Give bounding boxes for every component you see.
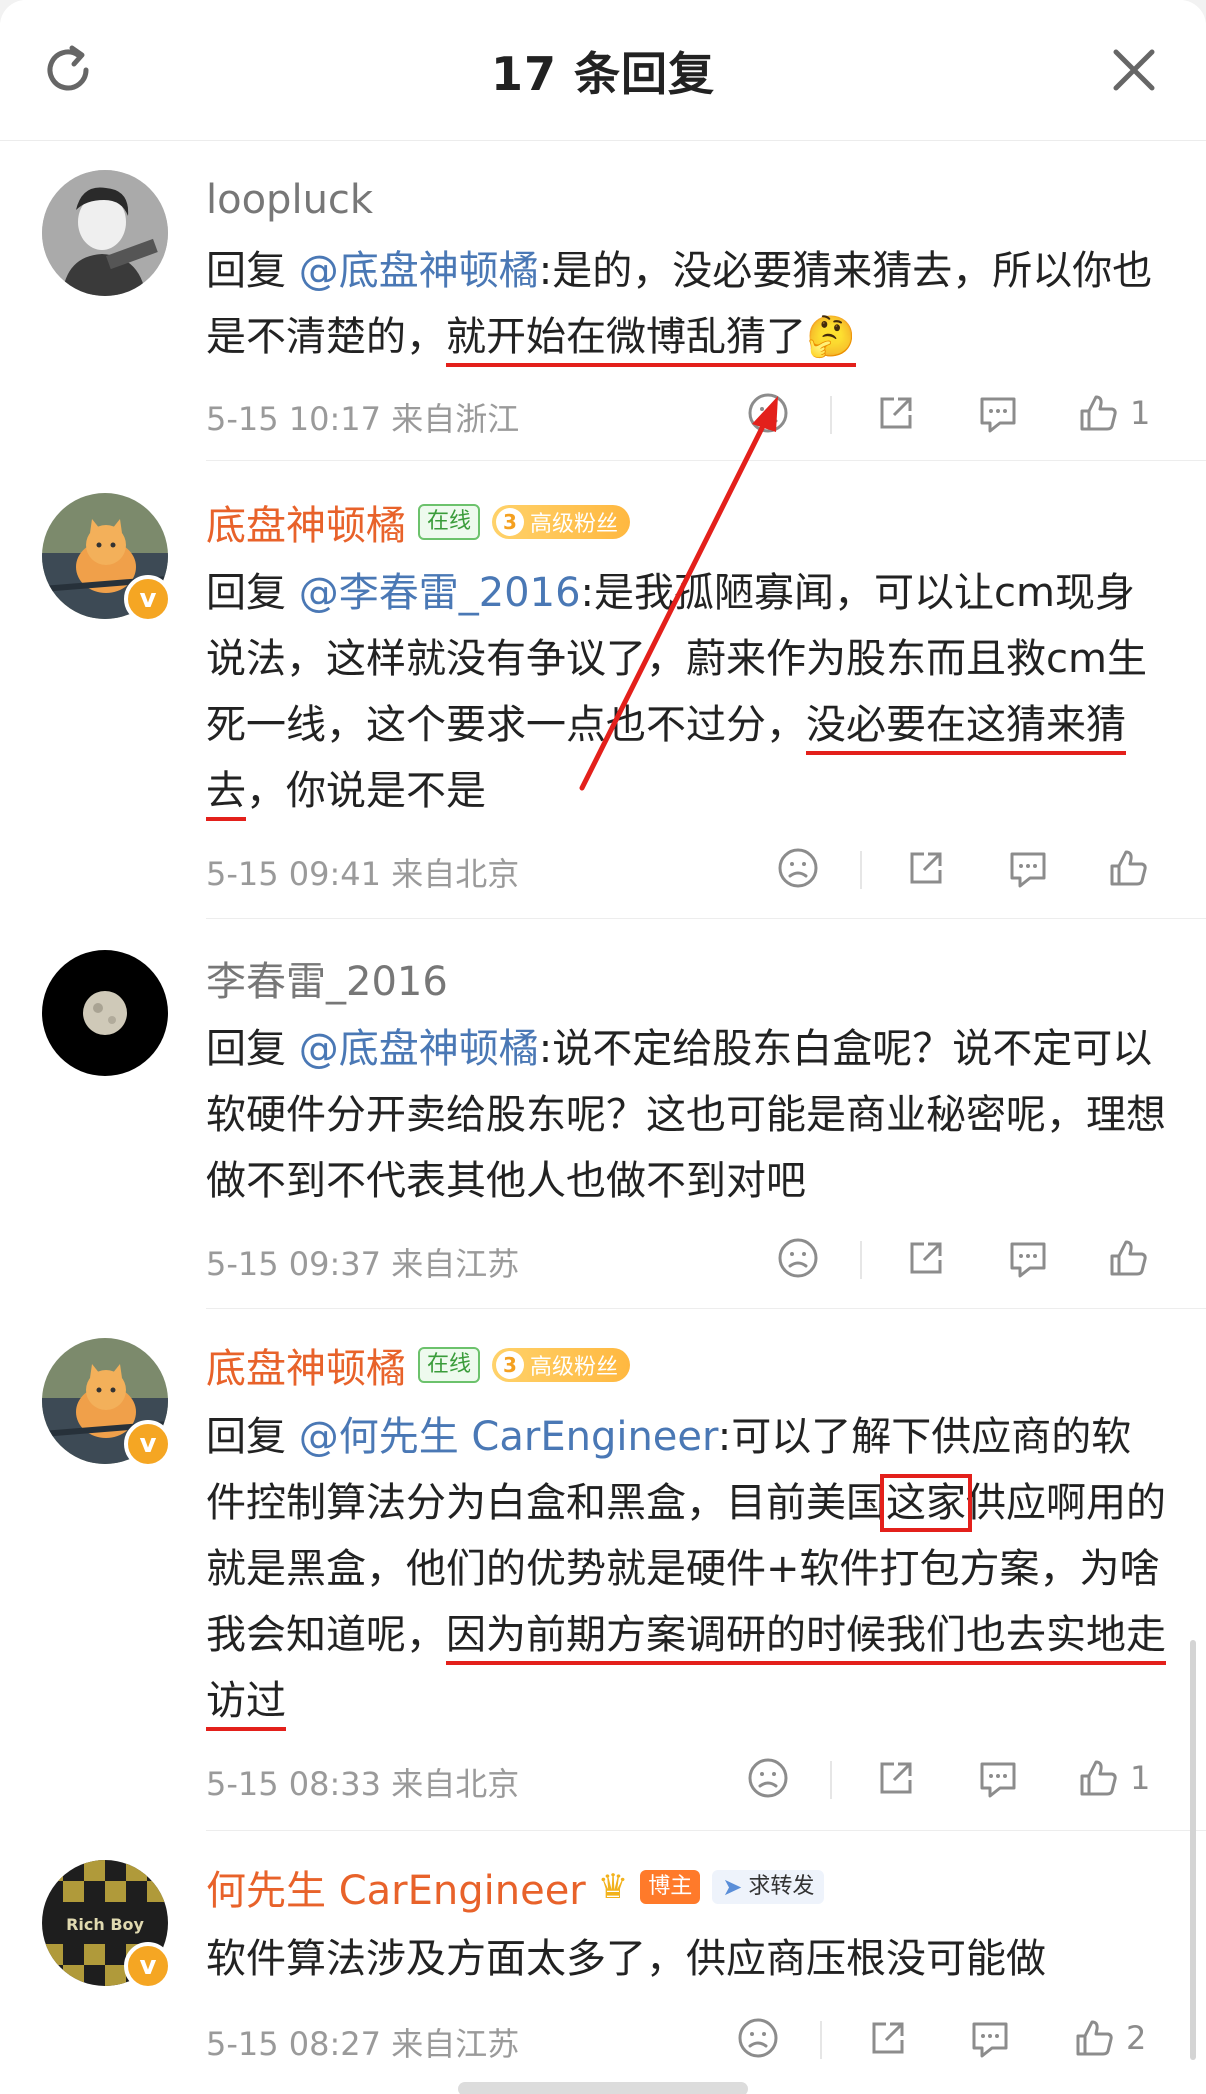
avatar[interactable]: v	[42, 1338, 172, 1468]
mention-link[interactable]: @底盘神顿橘	[299, 1026, 539, 1072]
dislike-button[interactable]	[746, 390, 790, 436]
dislike-face-icon	[778, 848, 818, 888]
share-icon	[910, 852, 942, 884]
like-button[interactable]	[1106, 845, 1160, 891]
mention-link[interactable]: @何先生 CarEngineer	[299, 1414, 718, 1460]
dislike-face-icon	[778, 1238, 818, 1278]
svg-text:Rich Boy: Rich Boy	[66, 1915, 144, 1934]
boxed-text: 这家	[880, 1474, 972, 1532]
comment-meta: 5-15 09:37 来自江苏	[206, 1235, 1166, 1285]
online-badge: 在线	[418, 1347, 481, 1383]
like-icon	[1080, 395, 1117, 431]
dislike-button[interactable]	[776, 1235, 820, 1281]
like-button[interactable]: 1	[1076, 1755, 1150, 1801]
mention-link[interactable]: @底盘神顿橘	[299, 248, 539, 294]
dislike-face-icon	[748, 393, 788, 433]
timestamp: 5-15 09:41 来自北京	[206, 855, 520, 893]
share-icon	[872, 2022, 904, 2054]
share-button[interactable]	[904, 845, 948, 891]
comment-meta: 5-15 09:41 来自北京	[206, 845, 1166, 895]
like-count: 1	[1130, 1759, 1151, 1797]
avatar-image	[42, 950, 168, 1076]
mention-link[interactable]: @李春雷_2016	[299, 570, 581, 616]
comment-meta: 5-15 08:27 来自江苏 2	[206, 2015, 1166, 2065]
comment-meta: 5-15 08:33 来自北京 1	[206, 1755, 1166, 1805]
avatar[interactable]: v	[42, 493, 172, 623]
verified-badge-icon: v	[124, 1420, 172, 1468]
username[interactable]: 底盘神顿橘	[206, 1336, 406, 1394]
share-button[interactable]	[866, 2015, 910, 2061]
highlighted-text: 就开始在微博乱猜了🤔	[446, 314, 856, 367]
fan-level-badge: 3 高级粉丝	[492, 505, 631, 539]
like-icon	[1110, 850, 1147, 886]
timestamp: 5-15 10:17 来自浙江	[206, 400, 520, 438]
comment-icon	[980, 397, 1016, 433]
page-title: 17 条回复	[490, 47, 716, 101]
timestamp: 5-15 08:27 来自江苏	[206, 2025, 520, 2063]
username[interactable]: 底盘神顿橘	[206, 493, 406, 551]
comment-button[interactable]	[968, 2015, 1012, 2061]
like-button[interactable]: 2	[1072, 2015, 1146, 2061]
like-icon	[1110, 1240, 1147, 1276]
thinking-emoji: 🤔	[806, 314, 856, 360]
home-indicator	[458, 2082, 748, 2094]
sheet-header: 17 条回复	[0, 0, 1206, 141]
dislike-button[interactable]	[776, 845, 820, 891]
comment-icon	[972, 2022, 1008, 2058]
dislike-face-icon	[738, 2018, 778, 2058]
avatar[interactable]: Rich Boy v	[42, 1860, 172, 1990]
like-icon	[1080, 1760, 1117, 1796]
comment-text: 回复 @李春雷_2016:是我孤陋寡闻，可以让cm现身说法，这样就没有争议了，蔚…	[206, 560, 1166, 824]
comment-button[interactable]	[976, 390, 1020, 436]
share-icon	[880, 1762, 912, 1794]
comment-text: 软件算法涉及方面太多了，供应商压根没可能做	[206, 1936, 1046, 1982]
crown-icon: ♛	[597, 1867, 629, 1907]
username[interactable]: 李春雷_2016	[206, 949, 448, 1007]
online-badge: 在线	[418, 504, 481, 540]
comment-button[interactable]	[976, 1755, 1020, 1801]
share-button[interactable]	[874, 390, 918, 436]
like-count: 1	[1130, 394, 1151, 432]
blogger-badge: 博主	[640, 1870, 701, 1904]
comment-meta: 5-15 10:17 来自浙江 1	[206, 390, 1166, 440]
share-button[interactable]	[874, 1755, 918, 1801]
like-icon	[1076, 2020, 1113, 2056]
timestamp: 5-15 08:33 来自北京	[206, 1765, 520, 1803]
avatar[interactable]	[42, 950, 168, 1076]
share-icon	[880, 397, 912, 429]
dislike-button[interactable]	[736, 2015, 780, 2061]
username[interactable]: loopluck	[206, 177, 373, 223]
timestamp: 5-15 09:37 来自江苏	[206, 1245, 520, 1283]
comment-text: 回复 @底盘神顿橘:说不定给股东白盒呢？说不定可以软硬件分开卖给股东呢？这也可能…	[206, 1026, 1166, 1204]
comment-button[interactable]	[1006, 1235, 1050, 1281]
forward-request-badge[interactable]: ➤ 求转发	[712, 1870, 825, 1904]
dislike-button[interactable]	[746, 1755, 790, 1801]
like-button[interactable]: 1	[1076, 390, 1150, 436]
like-count: 2	[1126, 2019, 1147, 2057]
comment-button[interactable]	[1006, 845, 1050, 891]
share-icon	[910, 1242, 942, 1274]
username[interactable]: 何先生 CarEngineer	[206, 1858, 586, 1916]
verified-badge-icon: v	[124, 575, 172, 623]
comment-icon	[980, 1762, 1016, 1798]
replies-sheet: 17 条回复 loopluck 回复 @底盘神顿橘:是的，没必要猜来猜去，所以你…	[0, 0, 1206, 2094]
plane-icon: ➤	[722, 1873, 743, 1901]
close-icon[interactable]	[1104, 40, 1164, 100]
avatar[interactable]	[42, 170, 168, 296]
fan-level-badge: 3 高级粉丝	[492, 1348, 631, 1382]
share-button[interactable]	[904, 1235, 948, 1281]
comment-text: 回复 @何先生 CarEngineer:可以了解下供应商的软件控制算法分为白盒和…	[206, 1404, 1166, 1734]
comment-icon	[1010, 852, 1046, 888]
verified-badge-icon: v	[124, 1942, 172, 1990]
comment-icon	[1010, 1242, 1046, 1278]
comment-text: 回复 @底盘神顿橘:是的，没必要猜来猜去，所以你也是不清楚的，就开始在微博乱猜了…	[206, 238, 1166, 370]
like-button[interactable]	[1106, 1235, 1160, 1281]
dislike-face-icon	[748, 1758, 788, 1798]
avatar-image	[42, 170, 168, 296]
scrollbar[interactable]	[1190, 1640, 1196, 2060]
